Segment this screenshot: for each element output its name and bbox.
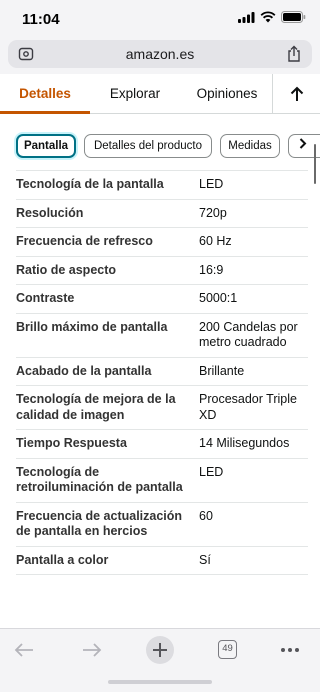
spec-value: 14 Milisegundos — [199, 436, 290, 450]
address-bar[interactable]: amazon.es — [8, 40, 312, 68]
arrow-left-icon — [14, 643, 33, 657]
spec-label: Acabado de la pantalla — [16, 363, 152, 378]
url-text[interactable]: amazon.es — [8, 46, 312, 62]
spec-label: Tiempo Respuesta — [16, 436, 127, 450]
spec-label: Contraste — [16, 291, 75, 305]
signal-icon — [238, 11, 255, 23]
tab-explore[interactable]: Explorar — [92, 74, 178, 114]
status-time: 11:04 — [22, 11, 60, 28]
spec-row: Tecnología de retroiluminación de pantal… — [16, 459, 308, 503]
spec-row: Tecnología de mejora de la calidad de im… — [16, 386, 308, 430]
spec-value: 5000:1 — [199, 291, 238, 305]
section-tabs: Detalles Explorar Opiniones — [0, 74, 320, 114]
wifi-icon — [260, 11, 276, 23]
spec-row: Tecnología de la pantalla LED — [16, 171, 308, 200]
new-tab-button[interactable] — [146, 636, 174, 664]
spec-label: Resolución — [16, 205, 84, 220]
spec-label: Tecnología de mejora de la calidad de im… — [16, 392, 176, 422]
spec-value: Procesador Triple XD — [199, 392, 297, 422]
spec-row: Pantalla a color Sí — [16, 547, 308, 575]
plus-icon — [153, 643, 167, 657]
scroll-to-top-button[interactable] — [272, 74, 320, 114]
tab-opinions[interactable]: Opiniones — [184, 74, 270, 114]
share-icon[interactable] — [286, 45, 302, 63]
spec-row: Tiempo Respuesta 14 Milisegundos — [16, 430, 308, 459]
browser-toolbar: 49 — [0, 628, 320, 692]
tab-details[interactable]: Detalles — [0, 74, 90, 114]
spec-table: Tecnología de la pantalla LED Resolución… — [16, 170, 308, 575]
spec-label: Ratio de aspecto — [16, 262, 117, 277]
arrow-up-icon — [290, 86, 303, 101]
spec-value: LED — [199, 177, 224, 191]
status-icons — [238, 11, 306, 23]
spec-label: Brillo máximo de pantalla — [16, 319, 168, 334]
spec-value: 60 Hz — [199, 234, 232, 248]
status-bar: 11:04 — [0, 0, 320, 38]
forward-button[interactable] — [80, 639, 104, 661]
spec-value: LED — [199, 464, 224, 479]
spec-label: Frecuencia de actualización de pantalla … — [16, 508, 183, 539]
address-bar-area: amazon.es — [0, 38, 320, 74]
spec-label: Tecnología de retroiluminación de pantal… — [16, 464, 183, 495]
tab-selected-indicator — [0, 111, 90, 114]
scrollbar[interactable] — [314, 144, 316, 184]
chip-pantalla[interactable]: Pantalla — [16, 134, 76, 158]
chevron-right-icon — [299, 138, 307, 149]
home-indicator — [108, 680, 212, 684]
spec-row: Acabado de la pantalla Brillante — [16, 358, 308, 386]
spec-label: Pantalla a color — [16, 552, 109, 567]
spec-value: Brillante — [199, 363, 245, 378]
spec-value: 60 — [199, 508, 213, 523]
spec-row: Brillo máximo de pantalla 200 Candelas p… — [16, 314, 308, 358]
chip-detalles-del-producto[interactable]: Detalles del producto — [84, 134, 212, 158]
back-button[interactable] — [12, 639, 36, 661]
spec-value: 16:9 — [199, 262, 224, 277]
tabs-button[interactable]: 49 — [216, 639, 240, 661]
spec-row: Resolución 720p — [16, 200, 308, 228]
more-icon — [281, 648, 299, 652]
more-button[interactable] — [278, 639, 302, 661]
chip-medidas[interactable]: Medidas — [220, 134, 280, 158]
spec-row: Frecuencia de refresco 60 Hz — [16, 228, 308, 257]
spec-row: Contraste 5000:1 — [16, 285, 308, 314]
spec-value: 200 Candelas por metro cuadrado — [199, 319, 298, 350]
spec-value: Sí — [199, 552, 211, 567]
battery-icon — [281, 11, 306, 23]
spec-label: Tecnología de la pantalla — [16, 177, 164, 191]
spec-row: Ratio de aspecto 16:9 — [16, 257, 308, 285]
arrow-right-icon — [83, 643, 102, 657]
spec-row: Frecuencia de actualización de pantalla … — [16, 503, 308, 547]
tab-count: 49 — [218, 640, 237, 659]
spec-category-chips: Pantalla Detalles del producto Medidas — [0, 124, 320, 168]
spec-value: 720p — [199, 205, 227, 220]
spec-label: Frecuencia de refresco — [16, 234, 153, 248]
